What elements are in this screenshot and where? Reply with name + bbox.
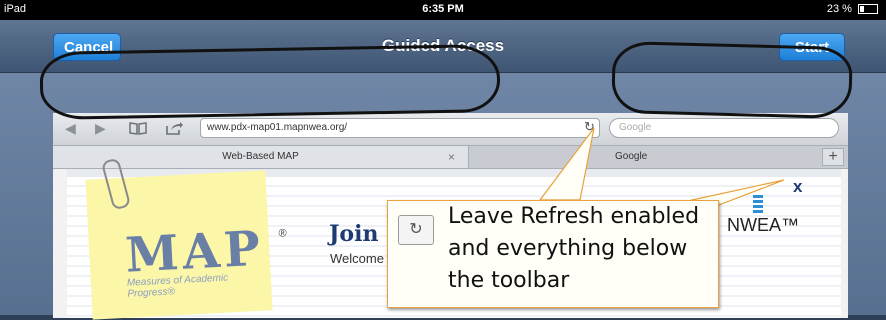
browser-tabs: Web-Based MAP × Google + <box>53 146 848 169</box>
tab-label: Web-Based MAP <box>222 151 299 162</box>
close-icon[interactable]: x <box>793 177 802 197</box>
tab-close-icon[interactable]: × <box>448 146 455 168</box>
annotation-circle-search <box>611 40 853 120</box>
back-icon[interactable]: ◀ <box>65 121 76 135</box>
url-field[interactable]: www.pdx-map01.mapnwea.org/ <box>200 118 600 138</box>
status-bar: iPad 6:35 PM 23 % <box>0 0 886 20</box>
browser-toolbar: ◀ ▶ www.pdx-map01.mapnwea.org/ ↻ Google <box>53 113 848 146</box>
clock: 6:35 PM <box>422 3 464 15</box>
refresh-icon: ↻ <box>398 215 434 245</box>
battery-icon <box>858 4 878 15</box>
bookmarks-icon[interactable] <box>129 121 147 137</box>
annotation-callout: ↻ Leave Refresh enabled and everything b… <box>387 200 719 308</box>
battery-indicator: 23 % <box>827 3 878 15</box>
refresh-icon[interactable]: ↻ <box>584 119 595 135</box>
callout-text: Leave Refresh enabled and everything bel… <box>448 204 700 293</box>
forward-icon[interactable]: ▶ <box>95 121 106 135</box>
join-heading: Join <box>329 221 379 247</box>
registered-mark: ® <box>278 227 287 240</box>
nwea-logo-icon <box>753 195 763 215</box>
search-input[interactable]: Google <box>609 118 839 138</box>
tab-google[interactable]: Google <box>469 146 819 168</box>
welcome-text: Welcome <box>330 251 384 266</box>
share-icon[interactable] <box>165 121 183 137</box>
tab-label: Google <box>615 151 648 162</box>
new-tab-button[interactable]: + <box>822 148 844 166</box>
nwea-logo-text: NWEA™ <box>727 215 799 235</box>
annotation-circle-toolbar <box>39 43 501 121</box>
battery-percent: 23 % <box>826 3 852 15</box>
